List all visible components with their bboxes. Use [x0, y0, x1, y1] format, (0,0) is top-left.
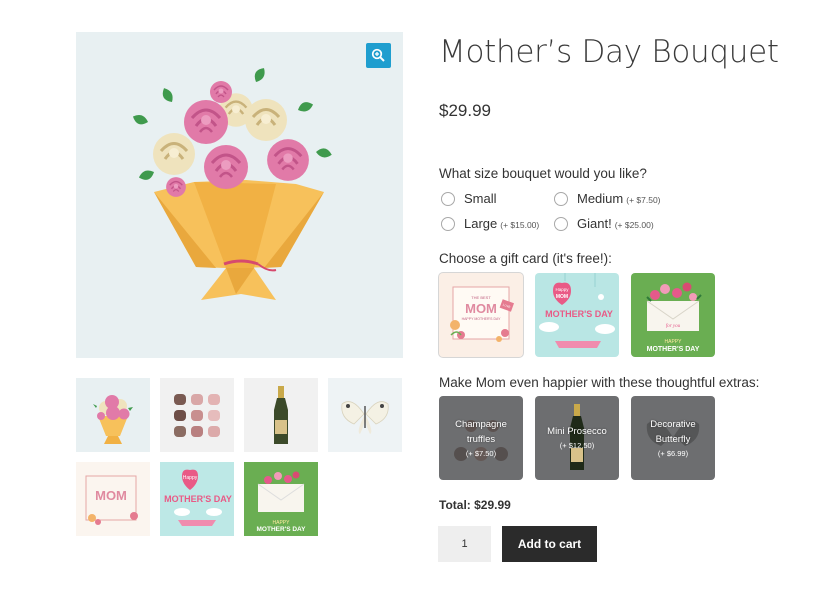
extra-name: Mini Prosecco — [547, 426, 607, 437]
thumbnail-happy-mothers-day-card[interactable]: Happy MOTHER'S DAY — [160, 462, 234, 536]
gift-card-label: Choose a gift card (it's free!): — [439, 251, 612, 266]
quantity-input[interactable] — [438, 526, 491, 562]
thumbnail-bouquet[interactable] — [76, 378, 150, 452]
svg-text:HAPPY MOTHER'S DAY: HAPPY MOTHER'S DAY — [462, 317, 502, 321]
extra-mini-prosecco[interactable]: Mini Prosecco (+ $12.50) — [535, 396, 619, 480]
thumbnail-butterfly[interactable] — [328, 378, 402, 452]
product-price: $29.99 — [439, 101, 491, 120]
extra-name: Champagne — [455, 418, 507, 430]
extras-label: Make Mom even happier with these thought… — [439, 375, 760, 390]
size-option-addon: (+ $7.50) — [626, 194, 661, 205]
thumbnail-chocolate-truffles[interactable] — [160, 378, 234, 452]
radio-circle[interactable] — [441, 191, 455, 206]
size-option-label: Large — [464, 216, 498, 231]
add-to-cart-button[interactable]: Add to cart — [502, 526, 597, 562]
size-option-large[interactable]: Large (+ $15.00) — [441, 216, 539, 231]
gift-card-happy-mothers-day[interactable]: Happy MOM MOTHER'S DAY — [535, 273, 619, 357]
extra-cost: (+ $12.50) — [559, 441, 595, 450]
size-option-addon: (+ $15.00) — [500, 219, 540, 230]
size-question-label: What size bouquet would you like? — [439, 166, 647, 181]
size-option-addon: (+ $25.00) — [614, 219, 654, 230]
thumbnail-prosecco-bottle[interactable] — [244, 378, 318, 452]
thumbnail-envelope-flowers-card[interactable]: HAPPY MOTHER'S DAY — [244, 462, 318, 536]
svg-text:for you: for you — [666, 324, 681, 329]
svg-text:MOM: MOM — [465, 301, 497, 316]
extra-cost: (+ $6.99) — [657, 448, 689, 458]
extra-name: Decorative — [650, 418, 696, 430]
size-option-giant[interactable]: Giant! (+ $25.00) — [554, 216, 654, 231]
svg-text:MOM: MOM — [95, 488, 127, 503]
extra-champagne-truffles[interactable]: Champagne truffles (+ $7.50) — [439, 396, 523, 480]
total-price: Total: $29.99 — [439, 498, 511, 512]
svg-text:THE BEST: THE BEST — [471, 295, 491, 300]
extra-decorative-butterfly[interactable]: Decorative Butterfly (+ $6.99) — [631, 396, 715, 480]
gift-card-mom[interactable]: THE BEST MOM HAPPY MOTHER'S DAY LOVE — [439, 273, 523, 357]
thumbnail-mom-card[interactable]: MOM — [76, 462, 150, 536]
extra-name: Butterfly — [655, 433, 691, 445]
product-title: Mother’s Day Bouquet — [439, 34, 779, 70]
radio-circle[interactable] — [554, 191, 568, 206]
svg-text:MOTHER'S DAY: MOTHER'S DAY — [164, 494, 232, 504]
svg-text:MOTHER'S DAY: MOTHER'S DAY — [545, 309, 613, 319]
product-main-image[interactable] — [76, 32, 403, 358]
radio-circle[interactable] — [441, 216, 455, 231]
zoom-button[interactable] — [366, 43, 391, 68]
gift-card-envelope-flowers[interactable]: for you HAPPY MOTHER'S DAY — [631, 273, 715, 357]
extra-name: truffles — [466, 433, 496, 445]
svg-text:Happy: Happy — [555, 287, 569, 292]
svg-text:HAPPY: HAPPY — [665, 339, 683, 345]
svg-text:MOM: MOM — [556, 294, 568, 300]
radio-circle[interactable] — [554, 216, 568, 231]
size-option-label: Small — [464, 191, 497, 206]
size-option-label: Giant! — [577, 216, 612, 231]
size-option-medium[interactable]: Medium (+ $7.50) — [554, 191, 661, 206]
bouquet-illustration — [131, 65, 333, 300]
extra-cost: (+ $7.50) — [465, 448, 497, 458]
svg-text:MOTHER'S DAY: MOTHER'S DAY — [257, 526, 307, 533]
size-option-small[interactable]: Small — [441, 191, 497, 206]
svg-text:MOTHER'S DAY: MOTHER'S DAY — [647, 346, 700, 353]
magnify-plus-icon — [371, 48, 385, 62]
size-option-label: Medium — [577, 191, 624, 206]
svg-text:Happy: Happy — [183, 475, 198, 481]
